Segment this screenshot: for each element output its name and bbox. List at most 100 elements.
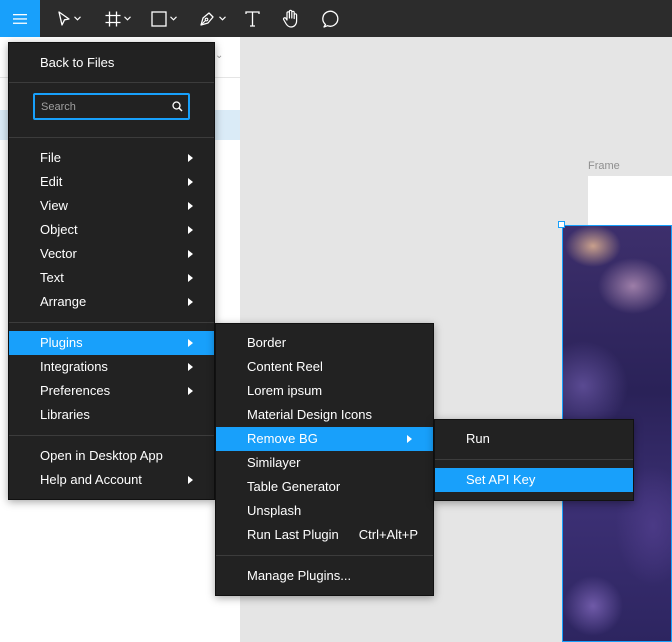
menu-item-label: Content Reel: [247, 359, 323, 374]
menu-item-help-and-account[interactable]: Help and Account: [9, 468, 214, 492]
menu-item-label: Similayer: [247, 455, 301, 470]
menu-item-text[interactable]: Text: [9, 266, 214, 290]
hand-tool-button[interactable]: [280, 0, 302, 37]
text-tool-button[interactable]: [241, 0, 263, 37]
menu-item-object[interactable]: Object: [9, 218, 214, 242]
menu-item-label: Open in Desktop App: [40, 448, 163, 463]
menu-item-similayer[interactable]: Similayer: [216, 451, 433, 475]
chevron-down-icon: [74, 16, 81, 21]
submenu-arrow-icon: [188, 298, 193, 306]
menu-item-libraries[interactable]: Libraries: [9, 403, 214, 427]
menu-item-label: Object: [40, 222, 78, 237]
menu-item-integrations[interactable]: Integrations: [9, 355, 214, 379]
menu-item-label: Integrations: [40, 359, 108, 374]
frame-tool-button[interactable]: [99, 0, 137, 37]
menu-item-label: Libraries: [40, 407, 90, 422]
menu-item-label: Table Generator: [247, 479, 341, 494]
menu-item-label: Unsplash: [247, 503, 302, 518]
hand-tool-icon: [282, 9, 298, 28]
submenu-arrow-icon: [188, 178, 193, 186]
main-menu-button[interactable]: [0, 0, 40, 37]
menu-item-label: Arrange: [40, 294, 87, 309]
menu-item-label: Preferences: [40, 383, 111, 398]
shortcut-label: Ctrl+Alt+P: [358, 527, 418, 542]
menu-item-label: Lorem ipsum: [247, 383, 323, 398]
menu-separator: [9, 435, 214, 436]
menu-item-border[interactable]: Border: [216, 331, 433, 355]
menu-item-lorem-ipsum[interactable]: Lorem ipsum: [216, 379, 433, 403]
chevron-down-icon: [124, 16, 131, 21]
menu-item-label: Plugins: [40, 335, 83, 350]
menu-item-label: Remove BG: [247, 431, 318, 446]
comment-tool-button[interactable]: [320, 0, 342, 37]
submenu-arrow-icon: [188, 154, 193, 162]
frame-label[interactable]: Frame: [588, 160, 620, 172]
menu-item-label: Manage Plugins...: [247, 568, 352, 583]
main-menu: Back to Files File Edit View Object Vector Te…: [8, 42, 215, 500]
remove-bg-submenu: Run Set API Key: [434, 419, 634, 501]
submenu-arrow-icon: [188, 226, 193, 234]
menu-item-run[interactable]: Run: [435, 427, 633, 451]
menu-item-file[interactable]: File: [9, 146, 214, 170]
menu-item-unsplash[interactable]: Unsplash: [216, 499, 433, 523]
selection-handle[interactable]: [558, 221, 565, 228]
chevron-down-icon: [218, 16, 226, 21]
frame-tool-icon: [105, 11, 121, 26]
menu-item-remove-bg[interactable]: Remove BG: [216, 427, 433, 451]
text-tool-icon: [244, 10, 260, 27]
search-icon: [172, 101, 183, 112]
menu-item-set-api-key[interactable]: Set API Key: [435, 468, 633, 492]
submenu-arrow-icon: [188, 476, 193, 484]
menu-item-vector[interactable]: Vector: [9, 242, 214, 266]
menu-separator: [9, 322, 214, 323]
menu-item-label: View: [40, 198, 68, 213]
menu-item-label: Help and Account: [40, 472, 142, 487]
submenu-arrow-icon: [188, 339, 193, 347]
menu-item-table-generator[interactable]: Table Generator: [216, 475, 433, 499]
menu-item-label: Run: [466, 431, 490, 446]
comment-tool-icon: [322, 10, 339, 28]
submenu-arrow-icon: [407, 435, 412, 443]
pen-tool-icon: [199, 12, 214, 26]
search-field[interactable]: [33, 93, 190, 120]
menu-item-content-reel[interactable]: Content Reel: [216, 355, 433, 379]
menu-item-label: Vector: [40, 246, 77, 261]
menu-separator: [435, 459, 633, 460]
submenu-arrow-icon: [188, 387, 193, 395]
menu-item-arrange[interactable]: Arrange: [9, 290, 214, 314]
menu-item-label: Run Last Plugin: [247, 527, 339, 542]
menu-item-label: File: [40, 150, 61, 165]
submenu-arrow-icon: [188, 363, 193, 371]
menu-item-preferences[interactable]: Preferences: [9, 379, 214, 403]
move-tool-icon: [58, 10, 70, 26]
menu-item-label: Border: [247, 335, 287, 350]
back-to-files-item[interactable]: Back to Files: [9, 51, 214, 75]
menu-icon: [13, 13, 27, 24]
move-tool-button[interactable]: [50, 0, 88, 37]
top-toolbar: [0, 0, 672, 37]
search-input[interactable]: [41, 98, 166, 115]
submenu-arrow-icon: [188, 274, 193, 282]
menu-item-material-design-icons[interactable]: Material Design Icons: [216, 403, 433, 427]
menu-item-plugins[interactable]: Plugins: [9, 331, 214, 355]
menu-item-manage-plugins[interactable]: Manage Plugins...: [216, 564, 433, 588]
menu-separator: [9, 82, 214, 83]
menu-item-open-in-desktop-app[interactable]: Open in Desktop App: [9, 444, 214, 468]
menu-item-label: Set API Key: [466, 472, 536, 487]
frame[interactable]: [588, 176, 672, 226]
menu-separator: [216, 555, 433, 556]
submenu-arrow-icon: [188, 202, 193, 210]
menu-item-label: Back to Files: [40, 55, 115, 70]
rectangle-tool-icon: [151, 10, 167, 27]
menu-item-edit[interactable]: Edit: [9, 170, 214, 194]
menu-separator: [9, 137, 214, 138]
menu-item-run-last-plugin[interactable]: Run Last Plugin Ctrl+Alt+P: [216, 523, 433, 547]
pen-tool-button[interactable]: [193, 0, 231, 37]
menu-item-label: Text: [40, 270, 64, 285]
chevron-down-icon[interactable]: ⌄: [215, 50, 223, 61]
menu-item-view[interactable]: View: [9, 194, 214, 218]
chevron-down-icon: [170, 16, 177, 21]
shape-tool-button[interactable]: [145, 0, 183, 37]
plugins-submenu: Border Content Reel Lorem ipsum Material De…: [215, 323, 434, 596]
menu-item-label: Edit: [40, 174, 63, 189]
